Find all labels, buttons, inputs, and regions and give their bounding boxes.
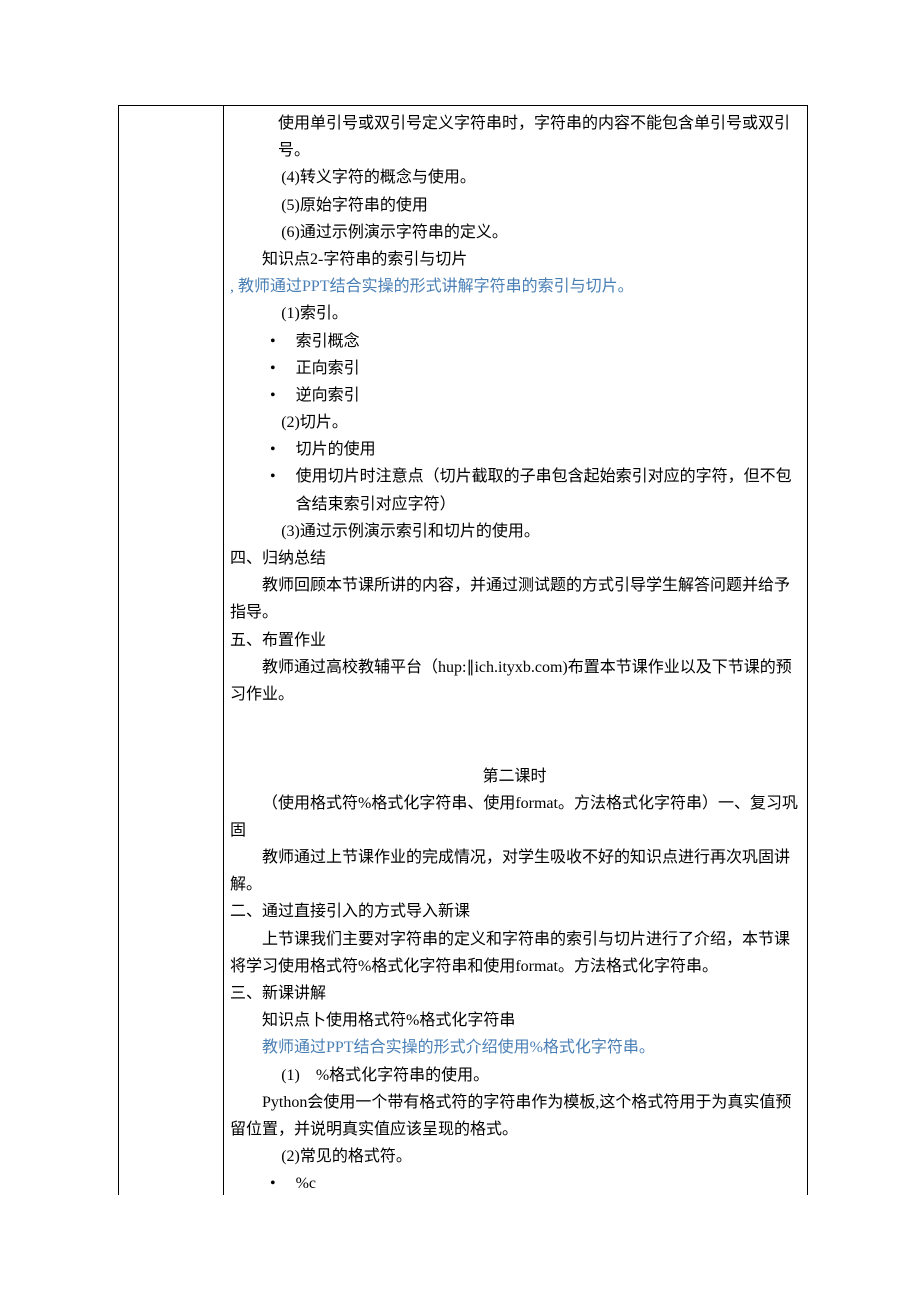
bullet-text: 正向索引 xyxy=(296,355,799,382)
paragraph: 教师回顾本节课所讲的内容，并通过测试题的方式引导学生解答问题并给予指导。 xyxy=(230,572,799,626)
list-item: (1) %格式化字符串的使用。 xyxy=(230,1062,799,1089)
bullet-icon: • xyxy=(270,328,296,355)
bullet-text: 切片的使用 xyxy=(296,436,799,463)
bullet-text: 使用切片时注意点（切片截取的子串包含起始索引对应的字符，但不包含结束索引对应字符… xyxy=(296,463,799,517)
spacer xyxy=(230,735,799,762)
bullet-icon: • xyxy=(270,1170,296,1195)
bullet-item: •正向索引 xyxy=(230,355,799,382)
list-item: (6)通过示例演示字符串的定义。 xyxy=(230,219,799,246)
document-page: 使用单引号或双引号定义字符串时，字符串的内容不能包含单引号或双引号。 (4)转义… xyxy=(118,105,808,1195)
lesson-title: 第二课时 xyxy=(230,763,799,790)
bullet-icon: • xyxy=(270,382,296,409)
paragraph: Python会使用一个带有格式符的字符串作为模板,这个格式符用于为真实值预留位置… xyxy=(230,1089,799,1143)
lesson-subtitle: （使用格式符%格式化字符串、使用format。方法格式化字符串）一、复习巩固 xyxy=(230,790,799,844)
bullet-text: 索引概念 xyxy=(296,328,799,355)
bullet-item: •使用切片时注意点（切片截取的子串包含起始索引对应的字符，但不包含结束索引对应字… xyxy=(230,463,799,517)
paragraph: 使用单引号或双引号定义字符串时，字符串的内容不能包含单引号或双引号。 xyxy=(230,110,799,164)
paragraph: 上节课我们主要对字符串的定义和字符串的索引与切片进行了介绍，本节课将学习使用格式… xyxy=(230,926,799,980)
knowledge-point-title: 知识点卜使用格式符%格式化字符串 xyxy=(230,1007,799,1034)
left-margin-column xyxy=(119,106,224,1195)
spacer xyxy=(230,708,799,735)
list-item: (4)转义字符的概念与使用。 xyxy=(230,164,799,191)
section-heading: 四、归纳总结 xyxy=(230,545,799,572)
paragraph: 教师通过上节课作业的完成情况，对学生吸收不好的知识点进行再次巩固讲解。 xyxy=(230,844,799,898)
teacher-note: 教师通过PPT结合实操的形式介绍使用%格式化字符串。 xyxy=(230,1034,799,1061)
list-item: (2)切片。 xyxy=(230,409,799,436)
teacher-note: , 教师通过PPT结合实操的形式讲解字符串的索引与切片。 xyxy=(230,273,799,300)
section-heading: 五、布置作业 xyxy=(230,627,799,654)
knowledge-point-title: 知识点2-字符串的索引与切片 xyxy=(230,246,799,273)
bullet-item: •索引概念 xyxy=(230,328,799,355)
content-column: 使用单引号或双引号定义字符串时，字符串的内容不能包含单引号或双引号。 (4)转义… xyxy=(224,106,807,1195)
bullet-icon: • xyxy=(270,355,296,382)
list-item: (3)通过示例演示索引和切片的使用。 xyxy=(230,518,799,545)
bullet-item: •逆向索引 xyxy=(230,382,799,409)
bullet-item: •切片的使用 xyxy=(230,436,799,463)
list-item: (2)常见的格式符。 xyxy=(230,1143,799,1170)
bullet-text: %c xyxy=(296,1170,799,1195)
bullet-text: 逆向索引 xyxy=(296,382,799,409)
bullet-icon: • xyxy=(270,436,296,463)
section-heading: 三、新课讲解 xyxy=(230,980,799,1007)
bullet-icon: • xyxy=(270,463,296,517)
bullet-item: •%c xyxy=(230,1170,799,1195)
list-item: (5)原始字符串的使用 xyxy=(230,192,799,219)
paragraph: 教师通过高校教辅平台（hup:∥ich.ityxb.com)布置本节课作业以及下… xyxy=(230,654,799,708)
section-heading: 二、通过直接引入的方式导入新课 xyxy=(230,898,799,925)
list-item: (1)索引。 xyxy=(230,300,799,327)
